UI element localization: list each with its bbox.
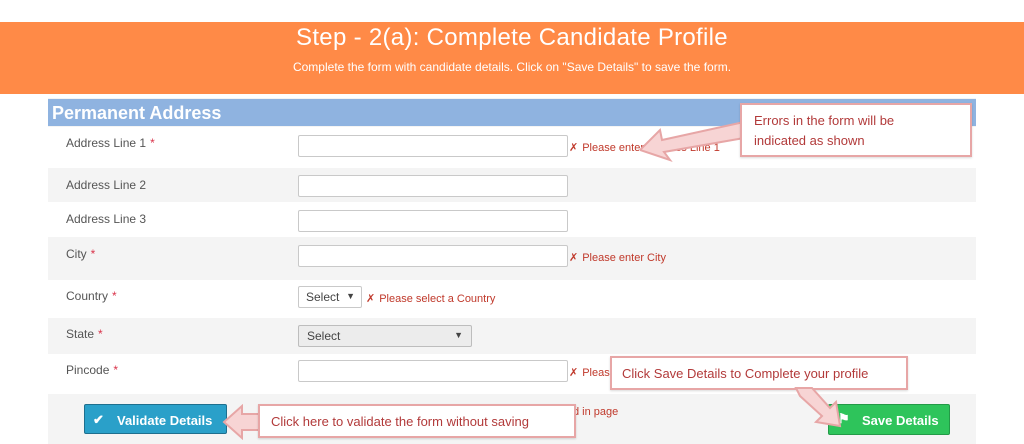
save-callout-arrow [794, 387, 842, 428]
check-icon: ✔ [93, 412, 104, 427]
errors-callout: Errors in the form will be indicated as … [740, 103, 972, 157]
pincode-label: Pincode * [66, 363, 119, 377]
country-select[interactable]: Select ▼ [298, 286, 362, 308]
pincode-error: ✗ Pleas [569, 367, 610, 379]
form-row-country: Country * Select ▼ ✗ Please select a Count… [48, 280, 976, 318]
top-strip [0, 0, 1024, 22]
save-callout: Click Save Details to Complete your prof… [610, 356, 908, 390]
required-marker: * [90, 247, 96, 261]
country-error: ✗ Please select a Country [366, 293, 496, 305]
address-line-2-label: Address Line 2 [66, 178, 147, 192]
address-line-2-input[interactable] [298, 175, 568, 197]
state-label: State * [66, 327, 103, 341]
form-row-address-line-2: Address Line 2 [48, 168, 976, 202]
pincode-input[interactable] [298, 360, 568, 382]
page-subtitle: Complete the form with candidate details… [292, 60, 732, 74]
form-row-city: City * ✗ Please enter City [48, 237, 976, 280]
state-select[interactable]: Select ▼ [298, 325, 472, 347]
footer-error-text: d in page [573, 406, 619, 418]
error-x-icon: ✗ [569, 367, 579, 379]
city-label: City * [66, 247, 96, 261]
error-x-icon: ✗ [366, 293, 376, 305]
country-label: Country * [66, 289, 117, 303]
form-row-state: State * Select ▼ [48, 318, 976, 354]
required-marker: * [112, 289, 117, 303]
page-title: Step - 2(a): Complete Candidate Profile [296, 24, 728, 51]
errors-callout-arrow [640, 120, 745, 162]
page-header: Step - 2(a): Complete Candidate Profile … [0, 22, 1024, 94]
address-line-3-input[interactable] [298, 210, 568, 232]
address-line-1-label: Address Line 1 * [66, 136, 155, 150]
required-marker: * [150, 136, 155, 150]
required-marker: * [98, 327, 103, 341]
chevron-down-icon: ▼ [346, 291, 355, 301]
city-input[interactable] [298, 245, 568, 267]
address-line-1-input[interactable] [298, 135, 568, 157]
validate-details-button[interactable]: ✔ Validate Details [84, 404, 227, 434]
error-x-icon: ✗ [569, 142, 579, 154]
city-error: ✗ Please enter City [569, 252, 666, 264]
validate-callout: Click here to validate the form without … [258, 404, 576, 438]
address-line-3-label: Address Line 3 [66, 212, 147, 226]
error-x-icon: ✗ [569, 252, 579, 264]
required-marker: * [113, 363, 119, 377]
section-title: Permanent Address [52, 103, 222, 123]
chevron-down-icon: ▼ [454, 330, 463, 340]
form-row-address-line-3: Address Line 3 [48, 202, 976, 237]
